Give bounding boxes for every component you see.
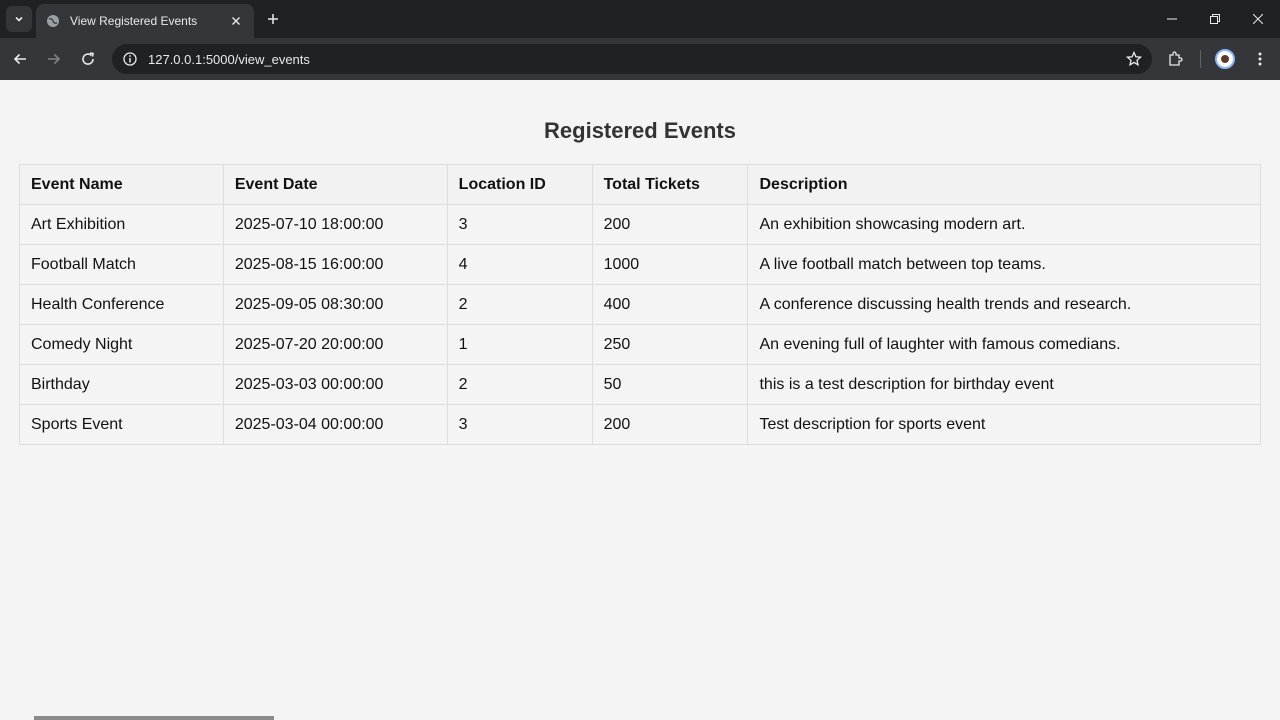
cell-total-tickets: 250 — [591, 324, 749, 365]
table-row: Sports Event 2025-03-04 00:00:00 3 200 T… — [19, 404, 1261, 445]
cell-description: this is a test description for birthday … — [747, 364, 1261, 405]
cell-event-name: Football Match — [19, 244, 224, 285]
table-header-row: Event Name Event Date Location ID Total … — [19, 164, 1261, 205]
reload-button[interactable] — [75, 46, 101, 72]
cell-event-name: Comedy Night — [19, 324, 224, 365]
taskbar-indicator — [34, 716, 274, 720]
cell-description: An evening full of laughter with famous … — [747, 324, 1261, 365]
cell-total-tickets: 1000 — [591, 244, 749, 285]
table-row: Football Match 2025-08-15 16:00:00 4 100… — [19, 244, 1261, 285]
page-title: Registered Events — [544, 118, 736, 143]
cell-location-id: 4 — [446, 244, 593, 285]
close-icon[interactable] — [228, 13, 244, 29]
tab-title: View Registered Events — [70, 14, 198, 28]
events-table: Event Name Event Date Location ID Total … — [19, 164, 1261, 445]
reload-icon — [82, 52, 94, 65]
cell-description: Test description for sports event — [747, 404, 1261, 445]
extensions-icon — [1169, 51, 1183, 66]
back-button[interactable] — [7, 46, 33, 72]
browser-tab[interactable]: View Registered Events — [36, 4, 254, 38]
cell-total-tickets: 400 — [591, 284, 749, 325]
column-header-description: Description — [747, 164, 1261, 205]
menu-button[interactable] — [1247, 46, 1273, 72]
cell-description: An exhibition showcasing modern art. — [747, 204, 1261, 245]
table-row: Comedy Night 2025-07-20 20:00:00 1 250 A… — [19, 324, 1261, 365]
back-icon — [13, 53, 26, 65]
cell-event-date: 2025-07-10 18:00:00 — [222, 204, 448, 245]
cell-event-date: 2025-03-03 00:00:00 — [222, 364, 448, 405]
page-content: Registered Events Event Name Event Date … — [0, 80, 1280, 720]
window-close-icon — [1253, 14, 1263, 24]
cell-description: A live football match between top teams. — [747, 244, 1261, 285]
toolbar-divider — [1200, 50, 1201, 68]
cell-event-date: 2025-03-04 00:00:00 — [222, 404, 448, 445]
cell-total-tickets: 200 — [591, 404, 749, 445]
new-tab-button[interactable] — [262, 8, 284, 30]
restore-button[interactable] — [1193, 0, 1237, 38]
extensions-button[interactable] — [1162, 46, 1188, 72]
cell-location-id: 3 — [446, 404, 593, 445]
chevron-down-icon — [15, 16, 23, 22]
cell-location-id: 1 — [446, 324, 593, 365]
restore-icon — [1210, 14, 1220, 24]
site-info-icon[interactable] — [122, 51, 138, 67]
profile-avatar — [1215, 49, 1235, 69]
cell-location-id: 2 — [446, 364, 593, 405]
cell-event-date: 2025-09-05 08:30:00 — [222, 284, 448, 325]
column-header-location-id: Location ID — [446, 164, 593, 205]
cell-event-name: Birthday — [19, 364, 224, 405]
table-row: Art Exhibition 2025-07-10 18:00:00 3 200… — [19, 204, 1261, 245]
cell-location-id: 2 — [446, 284, 593, 325]
plus-icon — [268, 14, 278, 24]
column-header-event-name: Event Name — [19, 164, 224, 205]
minimize-icon — [1167, 18, 1177, 20]
tab-search-button[interactable] — [6, 6, 32, 32]
star-icon[interactable] — [1126, 51, 1142, 67]
cell-event-date: 2025-08-15 16:00:00 — [222, 244, 448, 285]
profile-button[interactable] — [1212, 46, 1238, 72]
window-close-button[interactable] — [1236, 0, 1280, 38]
url-text: 127.0.0.1:5000/view_events — [148, 51, 310, 67]
cell-event-name: Sports Event — [19, 404, 224, 445]
forward-icon — [48, 53, 61, 65]
cell-event-name: Health Conference — [19, 284, 224, 325]
browser-titlebar: View Registered Events — [0, 0, 1280, 38]
cell-location-id: 3 — [446, 204, 593, 245]
cell-total-tickets: 200 — [591, 204, 749, 245]
column-header-event-date: Event Date — [222, 164, 448, 205]
column-header-total-tickets: Total Tickets — [591, 164, 749, 205]
globe-icon — [46, 14, 60, 28]
table-row: Birthday 2025-03-03 00:00:00 2 50 this i… — [19, 364, 1261, 405]
browser-toolbar: 127.0.0.1:5000/view_events — [0, 38, 1280, 80]
cell-event-date: 2025-07-20 20:00:00 — [222, 324, 448, 365]
cell-event-name: Art Exhibition — [19, 204, 224, 245]
minimize-button[interactable] — [1150, 0, 1194, 38]
forward-button[interactable] — [41, 46, 67, 72]
more-icon — [1258, 52, 1262, 66]
address-bar[interactable]: 127.0.0.1:5000/view_events — [112, 44, 1152, 74]
cell-description: A conference discussing health trends an… — [747, 284, 1261, 325]
cell-total-tickets: 50 — [591, 364, 749, 405]
table-row: Health Conference 2025-09-05 08:30:00 2 … — [19, 284, 1261, 325]
